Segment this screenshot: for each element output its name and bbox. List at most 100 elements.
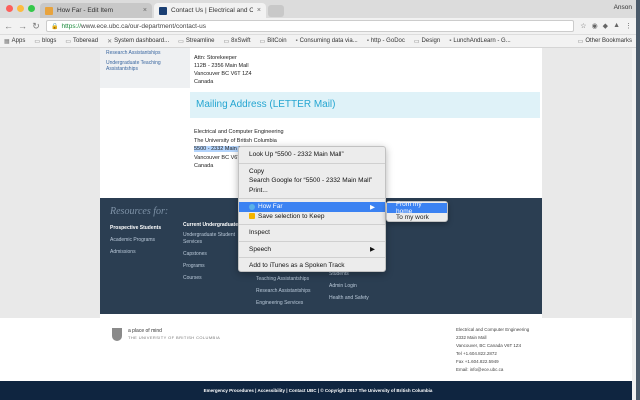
resource-link[interactable]: Teaching Assistantships [256, 273, 310, 285]
menu-item-how-far[interactable]: How Far ▶ [239, 202, 385, 212]
desktop-edge [636, 0, 640, 400]
resource-link[interactable]: Admin Login [329, 280, 369, 292]
extension-icon[interactable]: ◆ [603, 22, 608, 30]
bookmark-label: http - GoDoc [370, 38, 405, 44]
folder-icon: ▭ [178, 38, 184, 45]
footer-line[interactable]: Email: info@ece.ubc.ca [456, 366, 529, 374]
menu-label: Look Up “5500 - 2332 Main Mall” [249, 151, 344, 159]
bookmark-bitcoin[interactable]: ▭ BitCoin [260, 38, 287, 45]
back-arrow-icon[interactable]: ← [4, 21, 13, 31]
menu-item-lookup[interactable]: Look Up “5500 - 2332 Main Mall” [239, 150, 385, 160]
minimize-window-button[interactable] [17, 5, 24, 12]
star-icon[interactable]: ☆ [580, 22, 586, 30]
bookmark-design[interactable]: ▭ Design [414, 38, 440, 45]
bookmark-label: Toberead [73, 38, 99, 44]
reload-icon[interactable]: ↻ [32, 21, 40, 32]
folder-icon: ▭ [34, 38, 41, 45]
tab-bar: How Far - Edit Item × Contact Us | Elect… [0, 0, 636, 18]
context-menu: Look Up “5500 - 2332 Main Mall” Copy Sea… [238, 146, 386, 272]
resource-link[interactable]: Undergraduate Student Services [183, 232, 239, 246]
menu-item-search-google[interactable]: Search Google for “5500 - 2332 Main Mall… [239, 176, 385, 186]
resource-link[interactable]: Courses [183, 275, 239, 282]
footer-line: 2332 Main Mall [456, 335, 487, 340]
menu-label: Print... [249, 186, 268, 194]
new-tab-button[interactable] [268, 5, 284, 17]
profile-name[interactable]: Anson [614, 4, 632, 11]
menu-item-itunes[interactable]: Add to iTunes as a Spoken Track [239, 261, 385, 271]
menu-item-speech[interactable]: Speech ▶ [239, 245, 385, 255]
ubc-crest-icon [112, 328, 122, 341]
menu-item-inspect[interactable]: Inspect [239, 228, 385, 238]
ubc-name: THE UNIVERSITY OF BRITISH COLUMBIA [128, 335, 221, 340]
column-heading: Current Undergraduate [183, 222, 239, 228]
submenu-arrow-icon: ▶ [370, 246, 375, 254]
ubc-logo[interactable]: a place of mind THE UNIVERSITY OF BRITIS… [112, 328, 220, 341]
address-bar[interactable]: 🔒 https://www.ece.ubc.ca/our-department/… [46, 20, 575, 32]
menu-separator [239, 240, 385, 242]
resource-link[interactable]: Capstones [183, 251, 239, 258]
menu-separator [239, 162, 385, 164]
bookmark-consuming-data[interactable]: ▪ Consuming data via... [296, 38, 358, 44]
menu-separator [239, 257, 385, 258]
close-window-button[interactable] [6, 5, 13, 12]
bookmark-toberead[interactable]: ▭ Toberead [65, 38, 98, 45]
resources-title: Resources for: [110, 206, 169, 217]
tab-close-icon[interactable]: × [257, 7, 261, 14]
menu-item-print[interactable]: Print... [239, 186, 385, 196]
menu-item-copy[interactable]: Copy [239, 167, 385, 177]
submenu-item-to-work[interactable]: To my work [387, 213, 447, 223]
menu-icon[interactable]: ⋮ [625, 22, 632, 30]
mailing-address-heading: Mailing Address (LETTER Mail) [190, 92, 540, 118]
nav-link[interactable]: Undergraduate Teaching Assistantships [100, 58, 190, 74]
other-bookmarks[interactable]: ▭ Other Bookmarks [578, 38, 632, 45]
copyright-bar[interactable]: Emergency Procedures | Accessibility | C… [0, 381, 636, 400]
resource-link[interactable]: Programs [183, 263, 239, 270]
address-line: Electrical and Computer Engineering [194, 129, 284, 135]
keep-icon [249, 213, 255, 220]
tab-title: How Far - Edit Item [57, 7, 113, 14]
forward-arrow-icon[interactable]: → [18, 21, 27, 31]
nav-link[interactable]: Research Assistantships [100, 48, 190, 58]
extension-icon[interactable]: ◉ [592, 22, 598, 30]
bookmarks-bar: ▦ Apps ▭ blogs ▭ Toberead ✕ System dashboard… [0, 35, 636, 48]
bookmark-label: Other Bookmarks [585, 38, 632, 44]
bookmark-label: Apps [11, 38, 26, 44]
tab-close-icon[interactable]: × [143, 7, 147, 14]
tab-favicon-icon [159, 6, 167, 15]
resource-link[interactable]: Academic Programs [110, 234, 161, 246]
tab-title: Contact Us | Electrical and C [171, 7, 253, 14]
footer-line: Fax +1.604.822.5949 [456, 359, 499, 364]
menu-separator [239, 224, 385, 225]
menu-label: How Far [258, 203, 283, 211]
footer-address: Electrical and Computer Engineering 2332… [456, 326, 529, 374]
browser-toolbar: ← → ↻ 🔒 https://www.ece.ubc.ca/our-depar… [0, 18, 636, 35]
url-scheme: https:// [61, 22, 81, 30]
maximize-window-button[interactable] [28, 5, 35, 12]
undergraduate-column: Current Undergraduate Undergraduate Stud… [183, 222, 239, 282]
bookmark-lunchandlearn[interactable]: ▪ LunchAndLearn - G... [449, 38, 511, 44]
address-line: Canada [194, 79, 214, 85]
tab-how-far[interactable]: How Far - Edit Item × [40, 3, 152, 18]
resource-link[interactable]: Research Assistantships [256, 285, 310, 297]
resource-link[interactable]: Health and Safety [329, 292, 369, 304]
bookmark-apps[interactable]: ▦ Apps [4, 38, 25, 45]
tab-contact-us[interactable]: Contact Us | Electrical and C × [154, 3, 266, 18]
bookmark-system-dashboard[interactable]: ✕ System dashboard... [107, 38, 169, 45]
extension-icon[interactable]: ▲ [613, 22, 620, 30]
bookmark-label: blogs [42, 38, 57, 44]
submenu-item-from-home[interactable]: From my home [387, 200, 447, 215]
page-icon: ▪ [295, 38, 298, 44]
resource-link[interactable]: Admissions [110, 246, 161, 258]
bookmark-godoc[interactable]: ▪ http - GoDoc [367, 38, 405, 44]
bookmark-8xswift[interactable]: ▭ 8xSwift [224, 38, 251, 45]
resource-link[interactable]: Engineering Services [256, 297, 310, 309]
bookmark-blogs[interactable]: ▭ blogs [34, 38, 56, 45]
menu-label: From my home [396, 200, 422, 215]
bookmark-streamline[interactable]: ▭ Streamline [178, 38, 214, 45]
faculty-column: Students Admin Login Health and Safety [329, 268, 369, 304]
bookmark-label: LunchAndLearn - G... [453, 38, 511, 44]
graduate-column: Teaching Assistantships Research Assista… [256, 273, 310, 309]
page-icon: ▪ [449, 38, 452, 44]
menu-item-save-to-keep[interactable]: Save selection to Keep [239, 212, 385, 222]
submenu-arrow-icon: ▶ [370, 203, 375, 211]
